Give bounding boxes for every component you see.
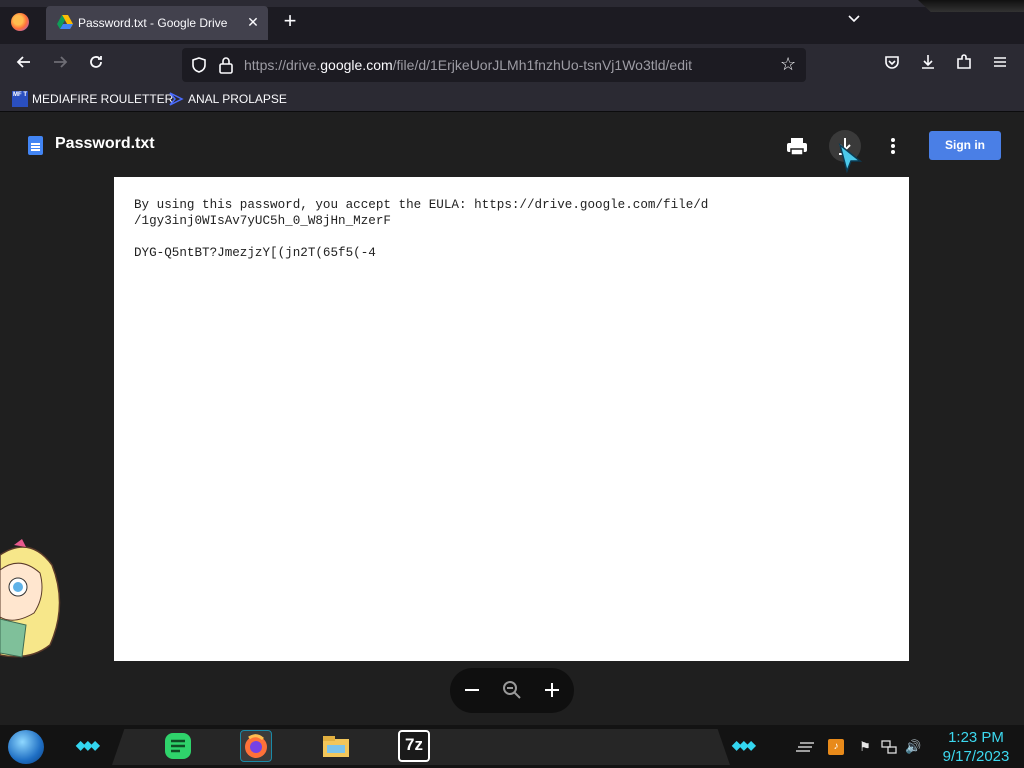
mediafire-icon: MF T <box>12 91 28 107</box>
bookmarks-toolbar: MF T MEDIAFIRE ROULETTER ANAL PROLAPSE <box>0 86 1024 112</box>
bookmark-label: MEDIAFIRE ROULETTER <box>32 92 174 106</box>
system-clock[interactable]: 1:23 PM 9/17/2023 <box>934 728 1018 766</box>
tab-strip: Password.txt - Google Drive ✕ + <box>0 0 1024 44</box>
notes-app-icon[interactable] <box>162 730 194 762</box>
tab-google-drive[interactable]: Password.txt - Google Drive ✕ <box>46 6 268 40</box>
bookmark-label: ANAL PROLAPSE <box>188 92 287 106</box>
sign-in-button[interactable]: Sign in <box>929 131 1001 160</box>
cartoon-character-sticker <box>0 539 61 658</box>
file-name: Password.txt <box>55 135 155 152</box>
file-explorer-icon[interactable] <box>320 730 352 762</box>
forward-icon[interactable] <box>48 53 72 77</box>
document-page: By using this password, you accept the E… <box>114 177 909 661</box>
network-icon[interactable] <box>881 739 897 755</box>
bookmark-mediafire-rouletter[interactable]: MF T MEDIAFIRE ROULETTER <box>12 90 173 108</box>
drive-icon <box>57 15 73 29</box>
tray-app-icon[interactable]: ♪ <box>828 739 844 755</box>
firefox-icon[interactable] <box>11 13 29 31</box>
7zip-icon[interactable]: 7z <box>398 730 430 762</box>
extensions-icon[interactable] <box>952 53 976 77</box>
firefox-icon <box>245 734 267 758</box>
lock-icon[interactable] <box>218 56 234 74</box>
text-file-icon <box>28 136 43 155</box>
reload-icon[interactable] <box>84 53 108 77</box>
more-icon[interactable] <box>877 130 909 162</box>
menu-icon[interactable] <box>988 53 1012 77</box>
clock-time: 1:23 PM <box>948 729 1004 746</box>
address-bar[interactable]: https://drive.google.com/file/d/1ErjkeUo… <box>182 48 806 82</box>
zoom-controls <box>450 668 574 713</box>
document-text: By using this password, you accept the E… <box>134 198 709 260</box>
clock-date: 9/17/2023 <box>942 748 1010 765</box>
firefox-taskbar-button[interactable] <box>240 730 272 762</box>
pocket-icon[interactable] <box>880 53 904 77</box>
close-icon[interactable]: ✕ <box>244 13 262 31</box>
chevron-down-icon[interactable] <box>844 12 864 32</box>
window-frame-decoration <box>918 0 1024 12</box>
url-text[interactable]: https://drive.google.com/file/d/1ErjkeUo… <box>244 57 692 73</box>
tab-title: Password.txt - Google Drive <box>78 16 228 30</box>
flag-icon[interactable]: ⚑ <box>857 739 873 755</box>
download-icon[interactable] <box>916 53 940 77</box>
navigation-bar: https://drive.google.com/file/d/1ErjkeUo… <box>0 44 1024 86</box>
zoom-out-icon[interactable] <box>460 678 484 702</box>
bookmark-anal-prolapse[interactable]: ANAL PROLAPSE <box>168 90 287 108</box>
zoom-icon[interactable] <box>500 678 524 702</box>
shield-icon[interactable] <box>190 56 208 74</box>
drive-file-viewer: Password.txt Sign in By using this passw… <box>0 113 1024 725</box>
volume-icon[interactable]: 🔊 <box>905 739 921 755</box>
plus-icon[interactable]: + <box>278 10 302 34</box>
star-icon[interactable]: ☆ <box>780 55 798 73</box>
taskbar: ◆◆◆ 7z ◆◆◆ ♪ ⚑ 🔊 1:23 PM 9/17/2023 <box>0 725 1024 768</box>
zoom-in-icon[interactable] <box>540 678 564 702</box>
stacked-lines-icon[interactable] <box>796 739 816 755</box>
taskbar-decoration: ◆◆◆ <box>76 738 100 752</box>
taskbar-decoration: ◆◆◆ <box>732 738 756 752</box>
back-icon[interactable] <box>12 53 36 77</box>
mouse-cursor-icon <box>838 143 862 173</box>
print-icon[interactable] <box>781 130 813 162</box>
start-button[interactable] <box>8 730 44 764</box>
bookmark-icon <box>169 92 184 106</box>
